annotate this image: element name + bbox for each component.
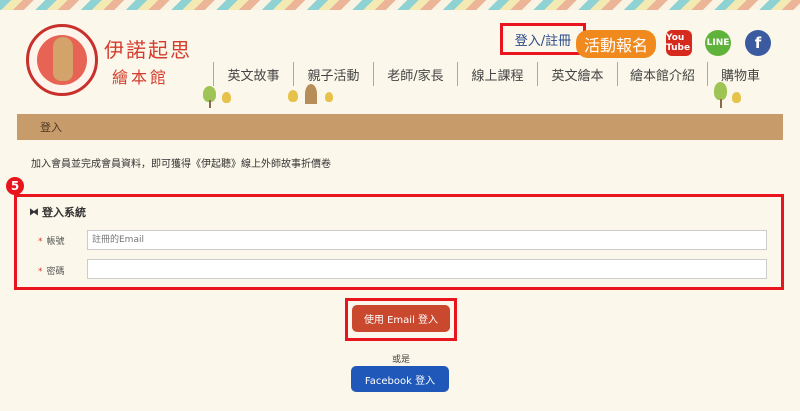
account-email-input[interactable] [87, 230, 767, 250]
tree-icon [288, 90, 298, 102]
password-input[interactable] [87, 259, 767, 279]
tree-icon [732, 92, 741, 103]
or-separator: 或是 [392, 355, 411, 365]
breadcrumb-bar: 登入 [17, 114, 783, 140]
nav-item-english-stories[interactable]: 英文故事 [213, 62, 293, 86]
bunny-icon [53, 37, 73, 81]
event-signup-button[interactable]: 活動報名 [576, 30, 656, 58]
youtube-icon[interactable]: You Tube [666, 30, 692, 56]
email-login-button[interactable]: 使用 Email 登入 [352, 305, 450, 332]
tree-icon [325, 92, 333, 102]
main-nav: 英文故事 親子活動 老師/家長 線上課程 英文繪本 繪本館介紹 購物車 [213, 62, 773, 86]
line-icon[interactable]: LINE [705, 30, 731, 56]
bow-icon: ⧓ [29, 206, 39, 218]
account-label: * 帳號 [38, 234, 65, 247]
top-decorative-stripe [0, 0, 800, 10]
nav-item-teachers-parents[interactable]: 老師/家長 [373, 62, 457, 86]
required-mark: * [38, 237, 43, 247]
brand-subtitle: 繪本館 [112, 68, 170, 87]
login-form-title-text: 登入系統 [42, 206, 86, 219]
password-label: * 密碼 [38, 264, 65, 277]
facebook-login-button[interactable]: Facebook 登入 [351, 366, 449, 392]
member-notice: 加入會員並完成會員資料，即可獲得《伊起聽》線上外師故事折價卷 [31, 159, 331, 170]
breadcrumb: 登入 [40, 121, 62, 134]
nav-item-family-activities[interactable]: 親子活動 [293, 62, 373, 86]
tree-icon [222, 92, 231, 103]
account-label-text: 帳號 [46, 237, 65, 247]
password-label-text: 密碼 [46, 267, 65, 277]
tree-icon [714, 82, 727, 100]
facebook-icon[interactable]: f [745, 30, 771, 56]
tree-trunk [720, 99, 722, 108]
logo[interactable] [26, 24, 98, 96]
tree-trunk [209, 100, 211, 108]
pine-tree-icon [305, 84, 317, 104]
brand-title: 伊諾起思 [104, 38, 192, 62]
nav-item-english-picture-books[interactable]: 英文繪本 [537, 62, 617, 86]
nav-item-about-library[interactable]: 繪本館介紹 [617, 62, 707, 86]
nav-item-online-courses[interactable]: 線上課程 [457, 62, 537, 86]
login-register-link[interactable]: 登入/註冊 [500, 23, 586, 55]
required-mark: * [38, 267, 43, 277]
login-form-title: ⧓ 登入系統 [29, 204, 86, 220]
step-badge: 5 [6, 177, 24, 195]
